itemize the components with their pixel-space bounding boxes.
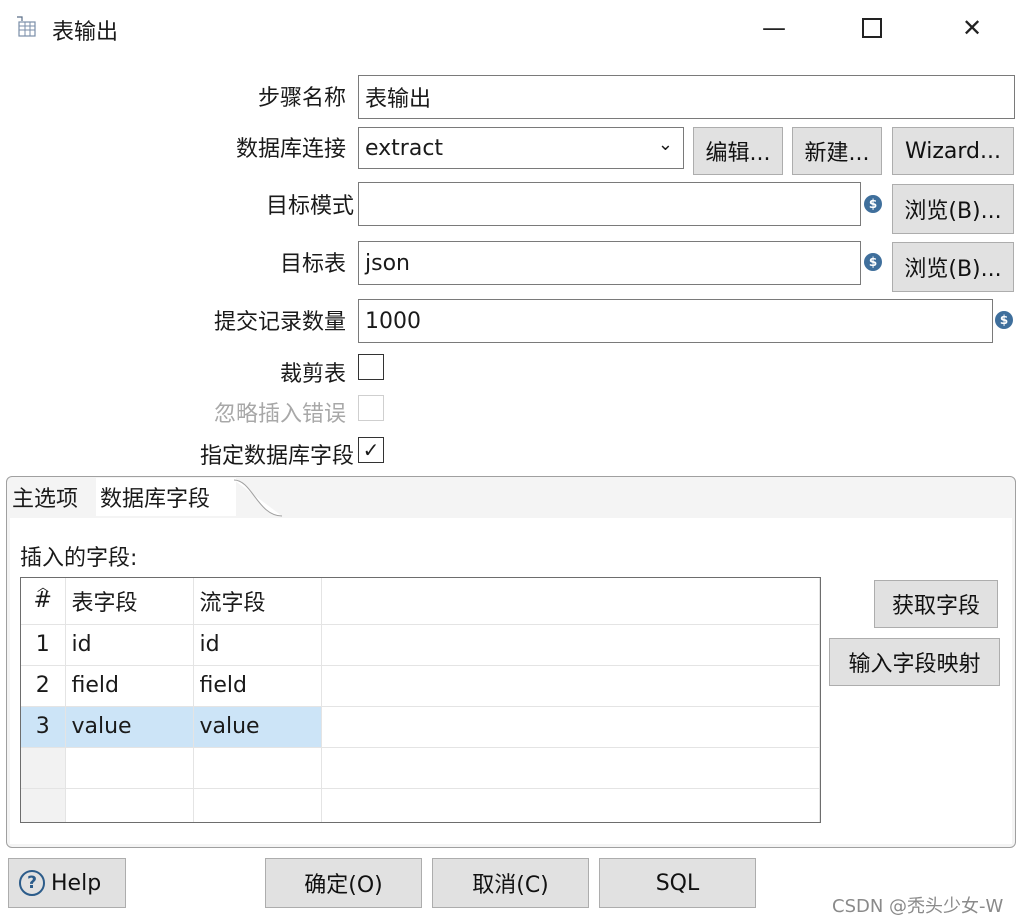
ignore-errors-label: 忽略插入错误 xyxy=(213,402,346,427)
table-row[interactable]: 2 field field xyxy=(21,665,820,707)
table-field-cell[interactable]: field xyxy=(65,665,194,707)
table-field-cell[interactable]: id xyxy=(65,624,194,666)
column-header-stream-field[interactable]: 流字段 xyxy=(193,578,322,625)
tab-curve xyxy=(234,479,283,517)
minimize-button[interactable]: — xyxy=(754,10,794,46)
table-output-icon xyxy=(16,16,38,38)
chevron-down-icon[interactable]: ⌄ xyxy=(658,134,673,155)
stream-field-cell[interactable]: value xyxy=(193,706,322,748)
specify-fields-checkbox[interactable]: ✓ xyxy=(358,437,384,463)
db-connection-select[interactable]: extract ⌄ xyxy=(358,127,684,169)
tab-main-options[interactable]: 主选项 xyxy=(8,478,82,516)
empty-cell xyxy=(321,665,820,707)
input-field-mapping-button[interactable]: 输入字段映射 xyxy=(829,638,1000,686)
fields-grid[interactable]: ︿ # 表字段 流字段 1 id id 2 field field 3 valu… xyxy=(20,577,821,823)
empty-cell xyxy=(321,624,820,666)
row-number: 3 xyxy=(21,706,66,748)
empty-cell xyxy=(321,788,820,822)
empty-cell xyxy=(321,747,820,789)
maximize-icon xyxy=(862,18,882,38)
table-row[interactable]: 1 id id xyxy=(21,624,820,666)
variable-icon: $ xyxy=(864,253,882,271)
get-fields-button[interactable]: 获取字段 xyxy=(874,580,998,628)
help-icon: ? xyxy=(19,870,45,896)
stream-field-cell[interactable] xyxy=(193,747,322,789)
target-schema-label: 目标模式 xyxy=(265,194,354,219)
minimize-icon: — xyxy=(762,14,786,42)
tab-database-fields[interactable]: 数据库字段 xyxy=(96,478,236,516)
close-icon: ✕ xyxy=(961,14,983,42)
cancel-button[interactable]: 取消(C) xyxy=(432,858,589,908)
column-header-table-field[interactable]: 表字段 xyxy=(65,578,194,625)
window-title: 表输出 xyxy=(52,20,119,45)
grid-header-row: ︿ # 表字段 流字段 xyxy=(21,578,820,625)
empty-cell xyxy=(321,706,820,748)
watermark: CSDN @秃头少女-W xyxy=(832,896,1004,917)
table-field-cell[interactable]: value xyxy=(65,706,194,748)
browse-schema-button[interactable]: 浏览(B)... xyxy=(892,184,1014,234)
row-number: 1 xyxy=(21,624,66,666)
title-bar: 表输出 — ✕ xyxy=(0,0,1024,56)
target-schema-input[interactable] xyxy=(358,182,861,226)
new-connection-button[interactable]: 新建... xyxy=(792,127,882,175)
stream-field-cell[interactable]: id xyxy=(193,624,322,666)
db-connection-label: 数据库连接 xyxy=(235,137,346,162)
ignore-errors-checkbox xyxy=(358,395,384,421)
commit-size-label: 提交记录数量 xyxy=(213,310,346,335)
target-table-label: 目标表 xyxy=(279,252,346,277)
checkmark-icon: ✓ xyxy=(362,438,380,462)
ok-button[interactable]: 确定(O) xyxy=(265,858,422,908)
empty-row[interactable] xyxy=(21,747,820,789)
wizard-button[interactable]: Wizard... xyxy=(892,127,1014,175)
empty-row[interactable] xyxy=(21,788,820,822)
row-number: 2 xyxy=(21,665,66,707)
step-name-label: 步骤名称 xyxy=(257,86,346,111)
table-row-selected[interactable]: 3 value value xyxy=(21,706,820,748)
inserted-fields-label: 插入的字段: xyxy=(20,546,138,571)
db-connection-value: extract xyxy=(365,135,444,161)
row-number xyxy=(21,747,66,789)
table-field-cell[interactable] xyxy=(65,788,194,822)
column-header-number[interactable]: ︿ # xyxy=(21,578,66,625)
row-number xyxy=(21,788,66,822)
browse-table-button[interactable]: 浏览(B)... xyxy=(892,242,1014,292)
step-name-input[interactable]: 表输出 xyxy=(358,75,1015,119)
variable-icon: $ xyxy=(995,311,1013,329)
help-label: Help xyxy=(51,870,102,896)
stream-field-cell[interactable] xyxy=(193,788,322,822)
help-button[interactable]: ? Help xyxy=(8,858,126,908)
edit-connection-button[interactable]: 编辑... xyxy=(693,127,783,175)
sql-button[interactable]: SQL xyxy=(599,858,756,908)
target-table-input[interactable]: json xyxy=(358,241,861,285)
maximize-button[interactable] xyxy=(852,10,892,46)
table-field-cell[interactable] xyxy=(65,747,194,789)
variable-icon: $ xyxy=(864,195,882,213)
sort-icon: ︿ xyxy=(37,580,50,594)
commit-size-input[interactable]: 1000 xyxy=(358,299,993,343)
stream-field-cell[interactable]: field xyxy=(193,665,322,707)
truncate-table-checkbox[interactable] xyxy=(358,354,384,380)
column-header-empty xyxy=(321,578,820,625)
truncate-table-label: 裁剪表 xyxy=(279,362,346,387)
close-button[interactable]: ✕ xyxy=(952,10,992,46)
specify-fields-label: 指定数据库字段 xyxy=(199,444,354,469)
